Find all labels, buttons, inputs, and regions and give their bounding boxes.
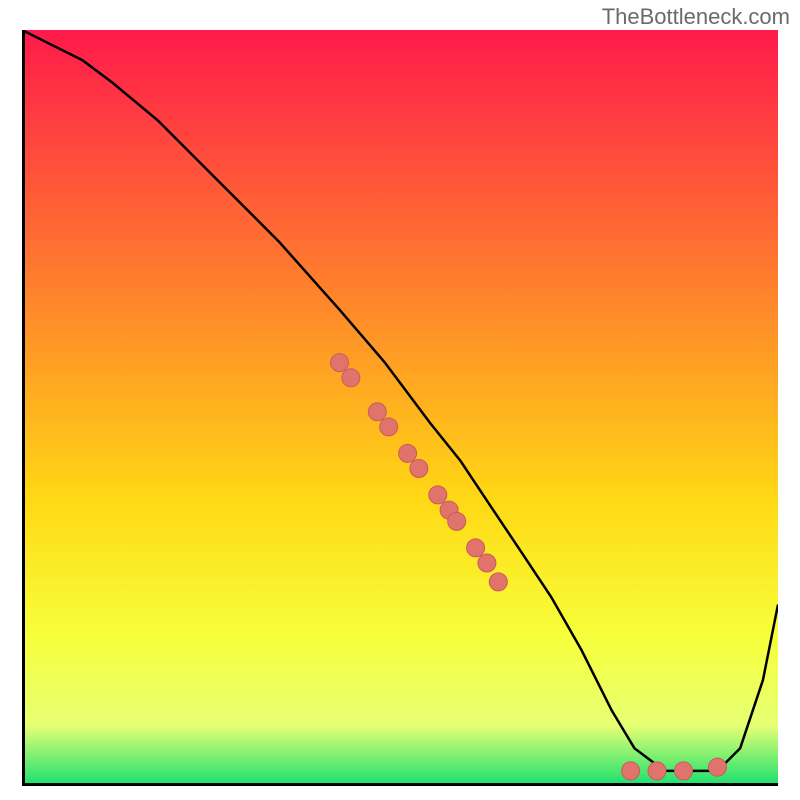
- chart-frame: TheBottleneck.com: [0, 0, 800, 800]
- data-point: [467, 539, 485, 557]
- data-point: [429, 486, 447, 504]
- data-point: [648, 762, 666, 780]
- data-point: [489, 573, 507, 591]
- data-point: [399, 444, 417, 462]
- watermark-text: TheBottleneck.com: [602, 4, 790, 30]
- plot-area: [22, 30, 778, 786]
- data-point: [675, 762, 693, 780]
- data-point: [622, 762, 640, 780]
- chart-svg: [22, 30, 778, 786]
- data-point: [709, 758, 727, 776]
- data-point: [368, 403, 386, 421]
- data-point: [410, 460, 428, 478]
- data-point: [448, 512, 466, 530]
- gradient-background: [22, 30, 778, 786]
- data-point: [331, 354, 349, 372]
- data-point: [380, 418, 398, 436]
- data-point: [342, 369, 360, 387]
- data-point: [478, 554, 496, 572]
